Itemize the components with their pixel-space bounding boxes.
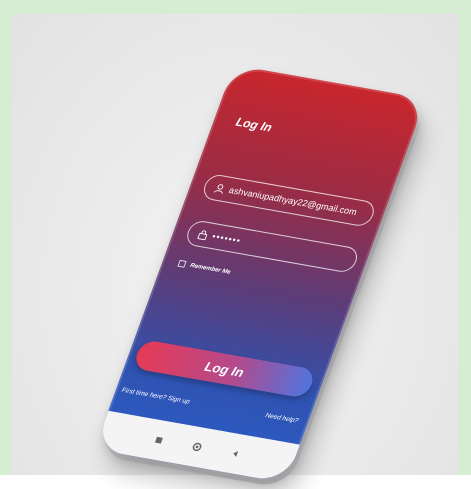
circle-icon[interactable] (190, 441, 203, 452)
remember-me[interactable]: Remember Me (177, 259, 232, 276)
status-bar (248, 74, 404, 111)
page-background: Log In ashvaniupadhyay22@gmail.com •••••… (0, 0, 471, 489)
signup-link[interactable]: First time here? Sign up (121, 387, 191, 406)
lock-icon (195, 227, 211, 241)
phone-stage: Log In ashvaniupadhyay22@gmail.com •••••… (12, 14, 458, 489)
back-icon[interactable] (228, 448, 241, 459)
status-right (401, 101, 404, 111)
page-title: Log In (233, 114, 275, 135)
remember-label: Remember Me (189, 262, 232, 276)
login-button[interactable]: Log In (132, 339, 317, 399)
status-left (248, 74, 251, 84)
email-field[interactable]: ashvaniupadhyay22@gmail.com (200, 173, 378, 228)
square-icon[interactable] (153, 435, 166, 446)
password-value: ••••••• (210, 231, 243, 246)
remember-checkbox[interactable] (177, 259, 187, 268)
help-link[interactable]: Need help? (264, 412, 299, 424)
user-icon (211, 181, 227, 195)
mockup-card: Log In ashvaniupadhyay22@gmail.com •••••… (12, 14, 458, 489)
email-value: ashvaniupadhyay22@gmail.com (227, 185, 359, 218)
phone-screen: Log In ashvaniupadhyay22@gmail.com •••••… (94, 64, 426, 484)
